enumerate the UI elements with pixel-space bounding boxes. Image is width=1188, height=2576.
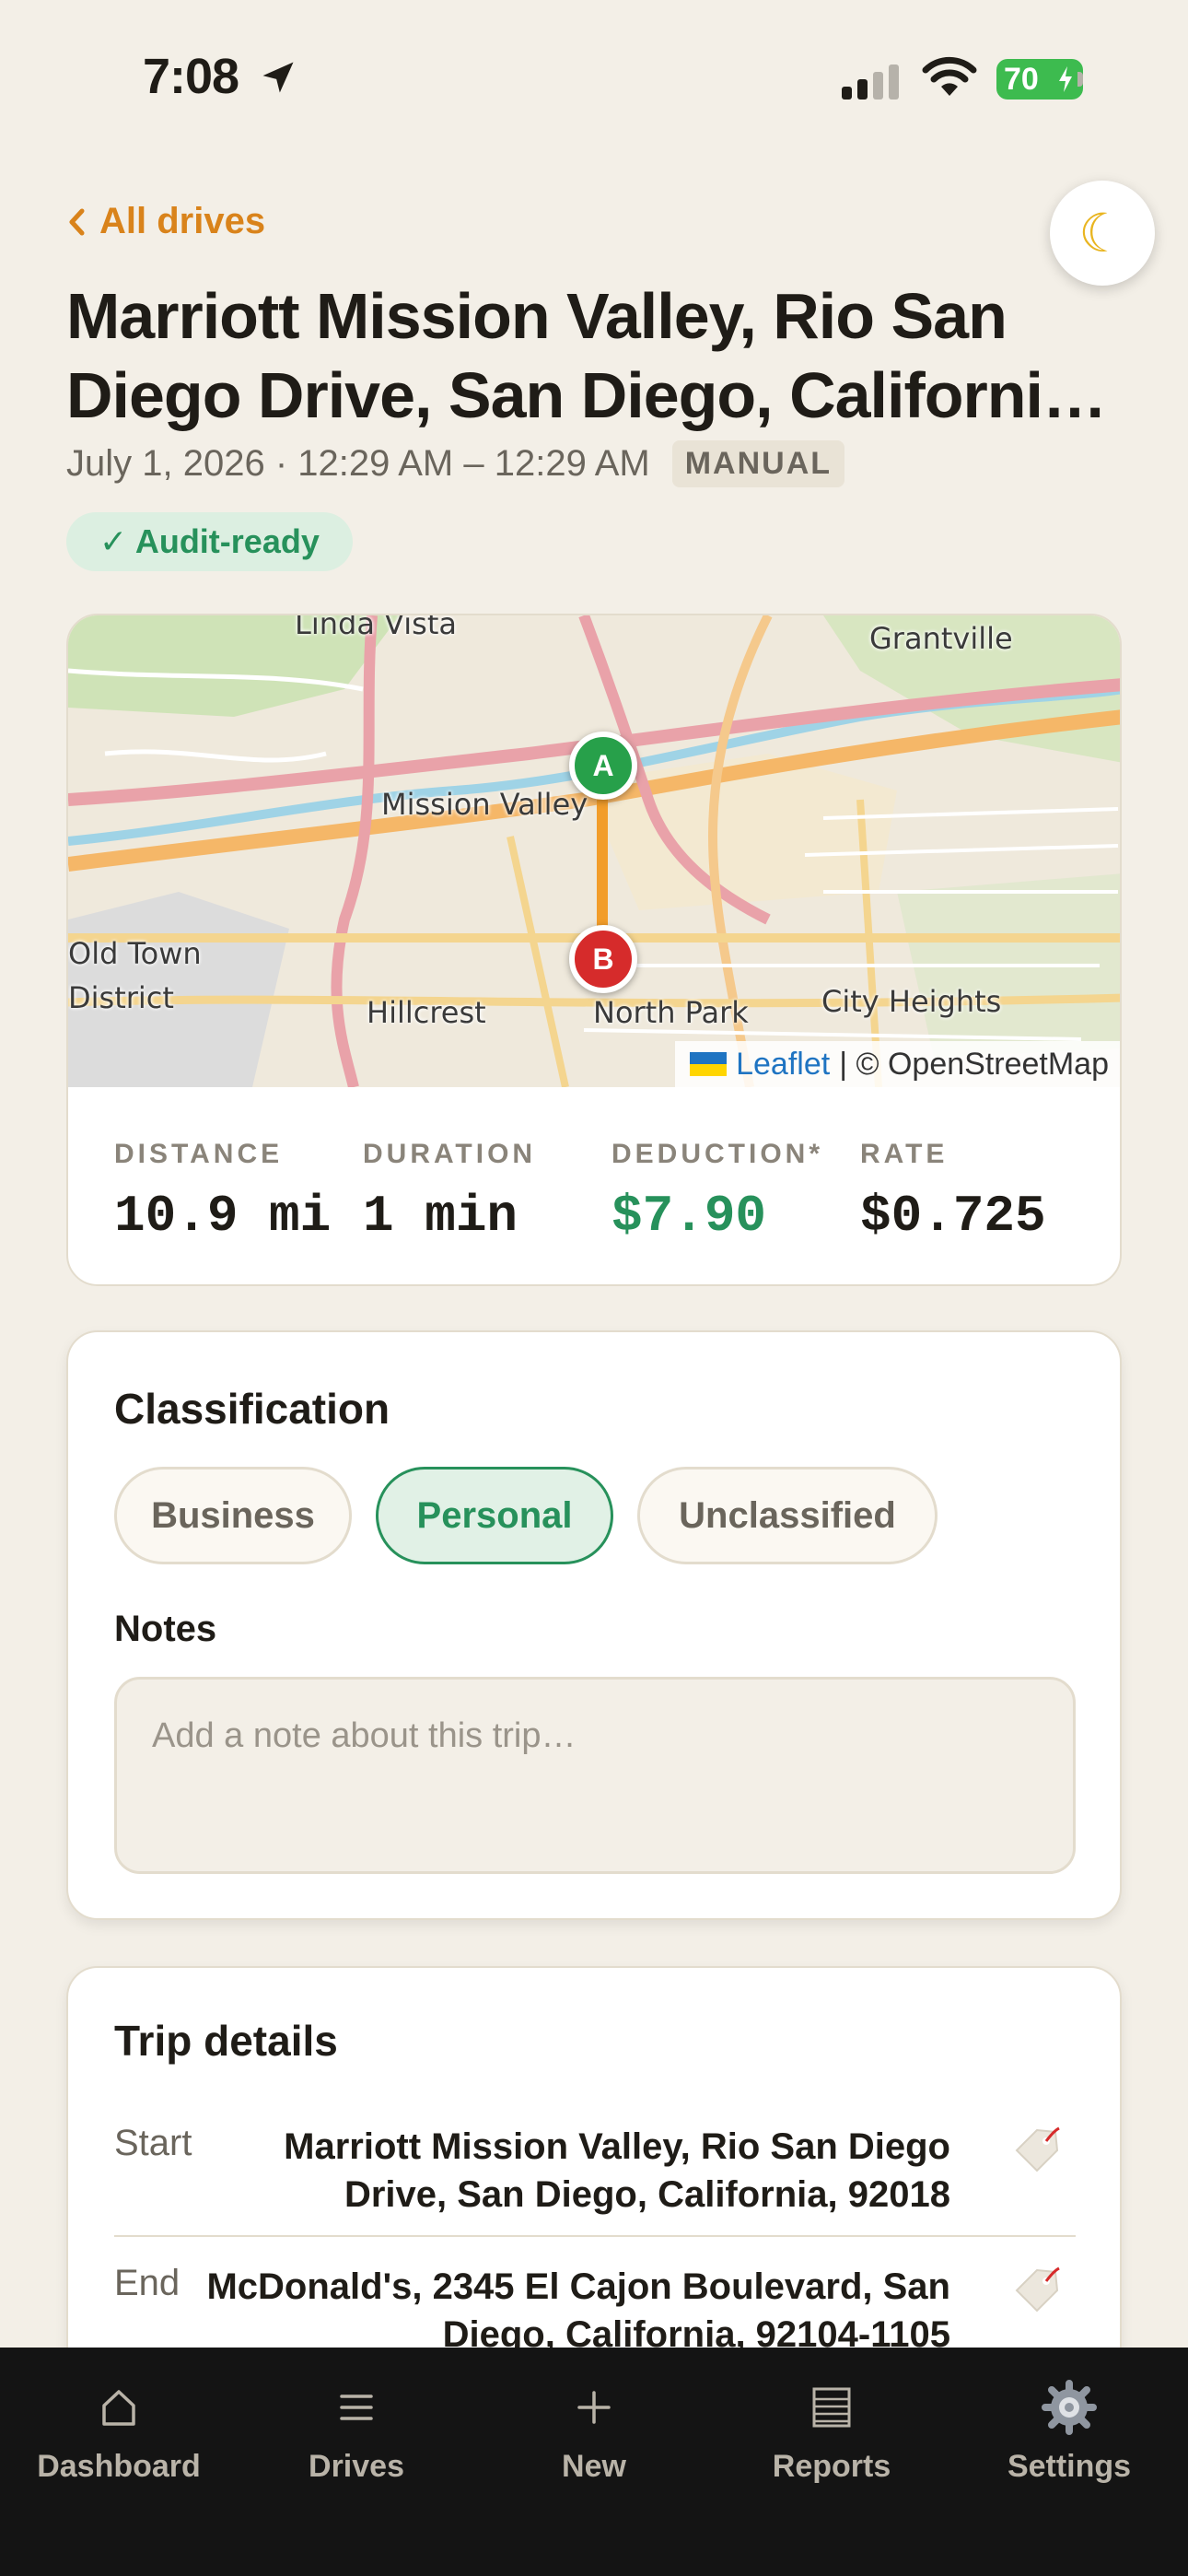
- wifi-icon: [922, 56, 977, 96]
- tab-label: Settings: [1007, 2449, 1132, 2484]
- moon-icon: ☾: [1078, 204, 1126, 263]
- map-stats-card: Linda Vista Grantville Mission Valley Ol…: [66, 614, 1122, 1286]
- notes-label: Notes: [114, 1609, 217, 1649]
- source-badge: MANUAL: [671, 440, 845, 487]
- map-label-district: District: [68, 980, 174, 1015]
- reports-icon: [811, 2375, 852, 2440]
- back-link-all-drives[interactable]: All drives: [66, 201, 265, 242]
- classification-option-unclassified[interactable]: Unclassified: [637, 1467, 938, 1564]
- stat-value: 1 min: [363, 1187, 518, 1246]
- trip-meta-row: July 1, 2026 · 12:29 AM – 12:29 AM MANUA…: [66, 440, 845, 487]
- battery-level: 70: [1004, 61, 1039, 97]
- map-attribution: Leaflet | © OpenStreetMap: [675, 1041, 1120, 1087]
- chevron-left-icon: [69, 208, 85, 235]
- battery-charging-icon: [1059, 66, 1072, 92]
- map-label-grantville: Grantville: [869, 621, 1013, 656]
- stat-label: DEDUCTION*: [611, 1139, 824, 1169]
- tab-label: Reports: [772, 2449, 891, 2484]
- plus-icon: [576, 2375, 612, 2440]
- trip-details-title: Trip details: [114, 2017, 338, 2065]
- stat-label: DURATION: [363, 1139, 537, 1169]
- detail-divider: [114, 2235, 1076, 2237]
- tab-new[interactable]: New: [475, 2375, 713, 2485]
- tab-label: Dashboard: [37, 2449, 201, 2484]
- status-bar: 7:08 70: [0, 0, 1188, 157]
- classification-title: Classification: [114, 1385, 390, 1433]
- map-label-city-heights: City Heights: [821, 984, 1002, 1019]
- classification-card: Classification Business Personal Unclass…: [66, 1330, 1122, 1920]
- ukraine-flag-icon: [690, 1052, 728, 1076]
- stat-value: $7.90: [611, 1187, 767, 1246]
- tag-icon[interactable]: [1009, 2263, 1065, 2318]
- stat-distance: DISTANCE 10.9 mi: [114, 1139, 331, 1246]
- osm-attribution[interactable]: | © OpenStreetMap: [839, 1047, 1109, 1083]
- tab-label: Drives: [309, 2449, 404, 2484]
- stat-deduction: DEDUCTION* $7.90: [611, 1139, 823, 1246]
- page-title: Marriott Mission Valley, Rio San Diego D…: [66, 280, 1095, 431]
- stat-value: 10.9 mi: [114, 1187, 332, 1246]
- map-label-north-park: North Park: [593, 995, 749, 1030]
- audit-status-badge: ✓ Audit-ready: [66, 512, 353, 571]
- leaflet-link[interactable]: Leaflet: [736, 1047, 830, 1083]
- classification-option-personal[interactable]: Personal: [376, 1467, 613, 1564]
- stat-value: $0.725: [860, 1187, 1046, 1246]
- stat-duration: DURATION 1 min: [363, 1139, 536, 1246]
- tab-bar: Dashboard Drives New Reports Settings: [0, 2348, 1188, 2576]
- location-arrow-icon: [262, 62, 294, 93]
- map-label-hillcrest: Hillcrest: [367, 995, 486, 1030]
- battery-tip: [1077, 72, 1083, 87]
- detail-key: End: [114, 2263, 181, 2303]
- list-icon: [338, 2375, 375, 2440]
- trip-stats: DISTANCE 10.9 mi DURATION 1 min DEDUCTIO…: [68, 1087, 1120, 1284]
- tab-drives[interactable]: Drives: [238, 2375, 475, 2485]
- stat-rate: RATE $0.725: [860, 1139, 1046, 1246]
- map-label-mission-valley: Mission Valley: [381, 787, 588, 822]
- start-marker[interactable]: A: [569, 732, 637, 800]
- tag-icon[interactable]: [1009, 2123, 1065, 2178]
- route-map[interactable]: Linda Vista Grantville Mission Valley Ol…: [68, 615, 1120, 1087]
- tab-label: New: [562, 2449, 626, 2484]
- trip-date-time: July 1, 2026 · 12:29 AM – 12:29 AM: [66, 443, 650, 484]
- back-link-label: All drives: [99, 201, 266, 241]
- notes-input[interactable]: [114, 1677, 1076, 1874]
- map-label-old-town: Old Town: [68, 936, 202, 971]
- tab-settings[interactable]: Settings: [950, 2375, 1188, 2485]
- tab-dashboard[interactable]: Dashboard: [0, 2375, 238, 2485]
- detail-value: McDonald's, 2345 El Cajon Boulevard, San…: [206, 2266, 950, 2355]
- tab-reports[interactable]: Reports: [713, 2375, 950, 2485]
- map-label-linda-vista: Linda Vista: [295, 615, 457, 641]
- detail-key: Start: [114, 2123, 192, 2163]
- stat-label: DISTANCE: [114, 1139, 284, 1169]
- stat-label: RATE: [860, 1139, 949, 1169]
- home-icon: [100, 2375, 137, 2440]
- theme-toggle-button[interactable]: ☾: [1050, 181, 1155, 286]
- status-time: 7:08: [143, 49, 239, 104]
- cellular-signal-icon: [842, 64, 899, 100]
- end-marker[interactable]: B: [569, 925, 637, 993]
- gear-icon: [1042, 2375, 1097, 2440]
- classification-option-business[interactable]: Business: [114, 1467, 352, 1564]
- detail-value: Marriott Mission Valley, Rio San Diego D…: [284, 2126, 950, 2215]
